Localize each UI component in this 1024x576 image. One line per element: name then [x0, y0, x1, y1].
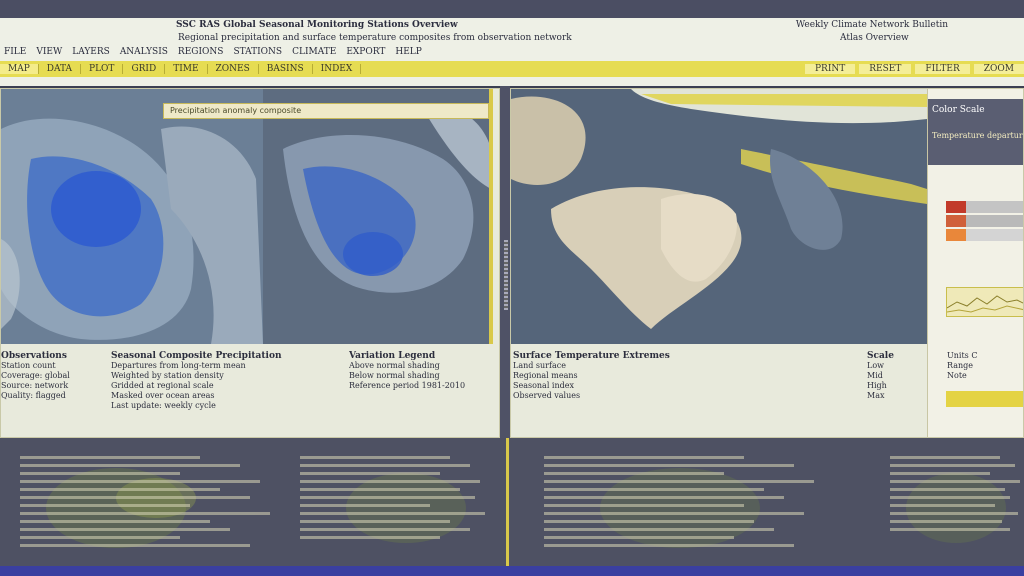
- left-map-panel: Precipitation anomaly composite Observat…: [0, 88, 500, 438]
- filter-button[interactable]: FILTER: [915, 64, 970, 74]
- header-right-title: Weekly Climate Network Bulletin: [795, 20, 948, 30]
- menu-item-layers[interactable]: LAYERS: [72, 47, 110, 61]
- map-graphic-temperature: [511, 89, 927, 344]
- menu-item-export[interactable]: EXPORT: [346, 47, 385, 61]
- caption-line: Quality: flagged: [1, 391, 66, 400]
- thumbnail-graphic: [296, 448, 496, 568]
- thumbnail-2[interactable]: [296, 448, 496, 568]
- right-map-panel: Color Scale Temperature departure Surfac…: [510, 88, 1024, 438]
- caption-line: Mid: [867, 371, 883, 380]
- caption-heading: Surface Temperature Extremes: [513, 351, 670, 361]
- caption-line: Departures from long-term mean: [111, 361, 246, 370]
- variation-caption: Variation Legend Above normal shading Be…: [349, 351, 489, 391]
- legend-bar: [966, 201, 1023, 213]
- caption-line: Source: network: [1, 381, 69, 390]
- legend-subtitle: Temperature departure: [932, 131, 1024, 140]
- menu-item-analysis[interactable]: ANALYSIS: [120, 47, 168, 61]
- reset-button[interactable]: RESET: [859, 64, 912, 74]
- tab-data[interactable]: DATA: [39, 64, 82, 74]
- caption-line: Max: [867, 391, 885, 400]
- zoom-button[interactable]: ZOOM: [973, 64, 1024, 74]
- menu-item-view[interactable]: VIEW: [36, 47, 62, 61]
- caption-heading: Scale: [867, 351, 894, 361]
- legend-panel: Color Scale Temperature departure: [927, 89, 1024, 437]
- caption-line: Low: [867, 361, 884, 370]
- caption-line: Regional means: [513, 371, 578, 380]
- thumbnail-strip: [0, 438, 1024, 576]
- menu-item-file[interactable]: FILE: [4, 47, 26, 61]
- caption-line: Land surface: [513, 361, 566, 370]
- status-bar: [0, 566, 1024, 576]
- tab-bar: MAP DATA PLOT GRID TIME ZONES BASINS IND…: [0, 61, 1024, 77]
- caption-line: Reference period 1981-2010: [349, 381, 466, 390]
- map-label: Precipitation anomaly composite: [163, 103, 489, 119]
- legend-swatch-orange-red: [946, 215, 966, 227]
- legend-swatch-orange: [946, 229, 966, 241]
- tab-time[interactable]: TIME: [165, 64, 208, 74]
- page-title: SSC RAS Global Seasonal Monitoring Stati…: [176, 20, 458, 30]
- caption-line: Seasonal index: [513, 381, 575, 390]
- precipitation-map-east[interactable]: [263, 89, 491, 344]
- menu-bar: FILE VIEW LAYERS ANALYSIS REGIONS STATIO…: [0, 47, 1024, 61]
- app-header: SSC RAS Global Seasonal Monitoring Stati…: [0, 0, 1024, 86]
- mini-chart-graphic: [946, 295, 1023, 313]
- tab-grid[interactable]: GRID: [123, 64, 166, 74]
- caption-heading: Observations: [1, 351, 67, 361]
- legend-bar: [966, 229, 1023, 241]
- menu-item-help[interactable]: HELP: [395, 47, 421, 61]
- scale-caption: Scale Low Mid High Max: [867, 351, 929, 401]
- caption-line: Range: [947, 361, 973, 370]
- menu-item-regions[interactable]: REGIONS: [178, 47, 224, 61]
- tab-plot[interactable]: PLOT: [81, 64, 124, 74]
- title-strip: [0, 0, 1024, 18]
- thumbnail-4[interactable]: [886, 448, 1024, 568]
- caption-line: Coverage: global: [1, 371, 70, 380]
- units-caption: Units C Range Note: [947, 351, 1023, 381]
- caption-line: Weighted by station density: [111, 371, 224, 380]
- composite-caption: Seasonal Composite Precipitation Departu…: [111, 351, 341, 411]
- thumbnail-graphic: [16, 448, 286, 568]
- legend-title: Color Scale: [932, 105, 985, 115]
- legend-mini-chart: [946, 287, 1023, 317]
- map-edge-marker: [489, 89, 493, 344]
- print-button[interactable]: PRINT: [805, 64, 856, 74]
- legend-highlight: [946, 391, 1023, 407]
- thumbnail-graphic: [886, 448, 1024, 568]
- app-window: SSC RAS Global Seasonal Monitoring Stati…: [0, 0, 1024, 576]
- thumbnail-separator: [506, 438, 509, 576]
- header-right-subtitle: Atlas Overview: [840, 33, 909, 43]
- caption-line: Gridded at regional scale: [111, 381, 214, 390]
- caption-line: Station count: [1, 361, 56, 370]
- temperature-caption: Surface Temperature Extremes Land surfac…: [513, 351, 713, 401]
- observations-caption: Observations Station count Coverage: glo…: [1, 351, 106, 401]
- tab-zones[interactable]: ZONES: [208, 64, 259, 74]
- tab-map[interactable]: MAP: [0, 64, 39, 74]
- map-graphic-west: [1, 89, 263, 344]
- caption-line: Last update: weekly cycle: [111, 401, 216, 410]
- caption-line: Above normal shading: [349, 361, 440, 370]
- legend-swatch-red: [946, 201, 966, 213]
- caption-line: Note: [947, 371, 967, 380]
- caption-line: Below normal shading: [349, 371, 440, 380]
- caption-line: Masked over ocean areas: [111, 391, 215, 400]
- precipitation-map-west[interactable]: [1, 89, 263, 344]
- caption-line: Observed values: [513, 391, 581, 400]
- thumbnail-1[interactable]: [16, 448, 286, 568]
- tab-index[interactable]: INDEX: [313, 64, 362, 74]
- map-graphic-east: [263, 89, 491, 344]
- page-subtitle: Regional precipitation and surface tempe…: [178, 33, 572, 43]
- thumbnail-3[interactable]: [540, 448, 830, 568]
- temperature-map[interactable]: [511, 89, 927, 344]
- tab-basins[interactable]: BASINS: [259, 64, 313, 74]
- menu-item-stations[interactable]: STATIONS: [233, 47, 282, 61]
- legend-bar: [966, 215, 1023, 227]
- thumbnail-graphic: [540, 448, 830, 568]
- caption-line: Units C: [947, 351, 978, 360]
- resize-handle[interactable]: [504, 240, 508, 310]
- caption-heading: Seasonal Composite Precipitation: [111, 351, 282, 361]
- caption-line: High: [867, 381, 887, 390]
- caption-heading: Variation Legend: [349, 351, 436, 361]
- menu-item-climate[interactable]: CLIMATE: [292, 47, 336, 61]
